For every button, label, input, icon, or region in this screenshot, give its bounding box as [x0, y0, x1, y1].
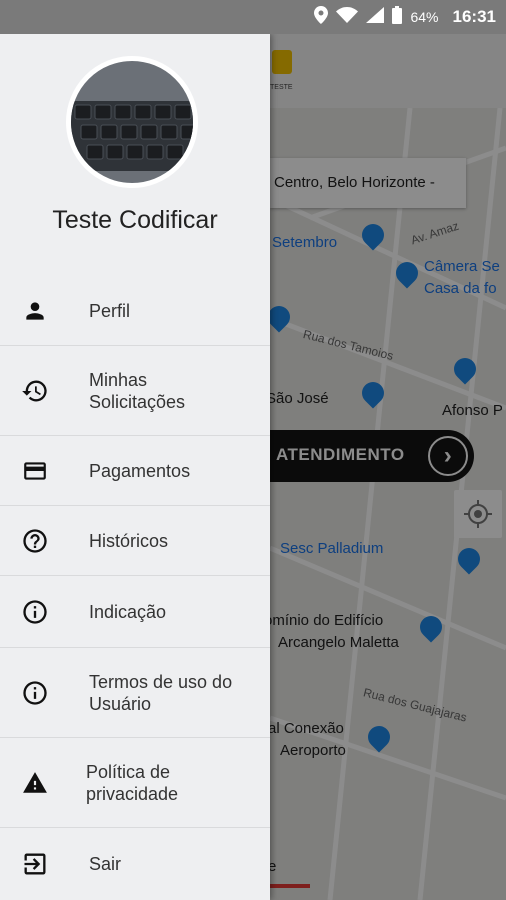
menu-item-label: Minhas Solicitações — [89, 369, 186, 412]
exit-icon — [20, 849, 50, 879]
wifi-icon — [336, 6, 359, 28]
menu-item-label: Perfil — [89, 300, 131, 321]
history-icon — [20, 376, 50, 406]
menu-item-label: Termos de uso do Usuário — [89, 671, 233, 714]
menu-item-termos[interactable]: Termos de uso do Usuário — [0, 648, 270, 738]
menu-item-solicitacoes[interactable]: Minhas Solicitações — [0, 346, 270, 436]
menu-item-label: Política de privacidade — [86, 761, 179, 804]
menu-item-pagamentos[interactable]: Pagamentos — [0, 436, 270, 506]
menu-item-label: Pagamentos — [89, 460, 191, 481]
menu-item-indicacao[interactable]: Indicação — [0, 576, 270, 648]
menu-item-label: Sair — [89, 854, 122, 874]
menu-item-perfil[interactable]: Perfil — [0, 276, 270, 346]
drawer-menu: Perfil Minhas Solicitações Pagamentos Hi… — [0, 276, 270, 900]
menu-item-label: Indicação — [89, 601, 167, 622]
battery-icon — [392, 5, 403, 29]
location-icon — [314, 5, 329, 29]
clock: 16:31 — [452, 7, 496, 26]
menu-item-label: Históricos — [89, 530, 169, 551]
avatar[interactable] — [66, 56, 198, 188]
credit-card-icon — [20, 456, 50, 486]
menu-item-politica[interactable]: Política de privacidade — [0, 738, 270, 828]
help-circle-icon — [20, 526, 50, 556]
status-bar: 64% 16:31 — [0, 0, 506, 34]
info-icon — [20, 597, 50, 627]
person-icon — [20, 296, 50, 326]
menu-item-sair[interactable]: Sair — [0, 828, 270, 900]
user-name: Teste Codificar — [52, 206, 218, 234]
battery-percentage: 64% — [410, 9, 439, 25]
menu-item-historicos[interactable]: Históricos — [0, 506, 270, 576]
warning-icon — [20, 768, 50, 798]
navigation-drawer: Teste Codificar Perfil Minhas Solicitaçõ… — [0, 34, 270, 900]
avatar-photo — [71, 101, 193, 171]
signal-icon — [366, 6, 385, 28]
info-icon — [20, 678, 50, 708]
